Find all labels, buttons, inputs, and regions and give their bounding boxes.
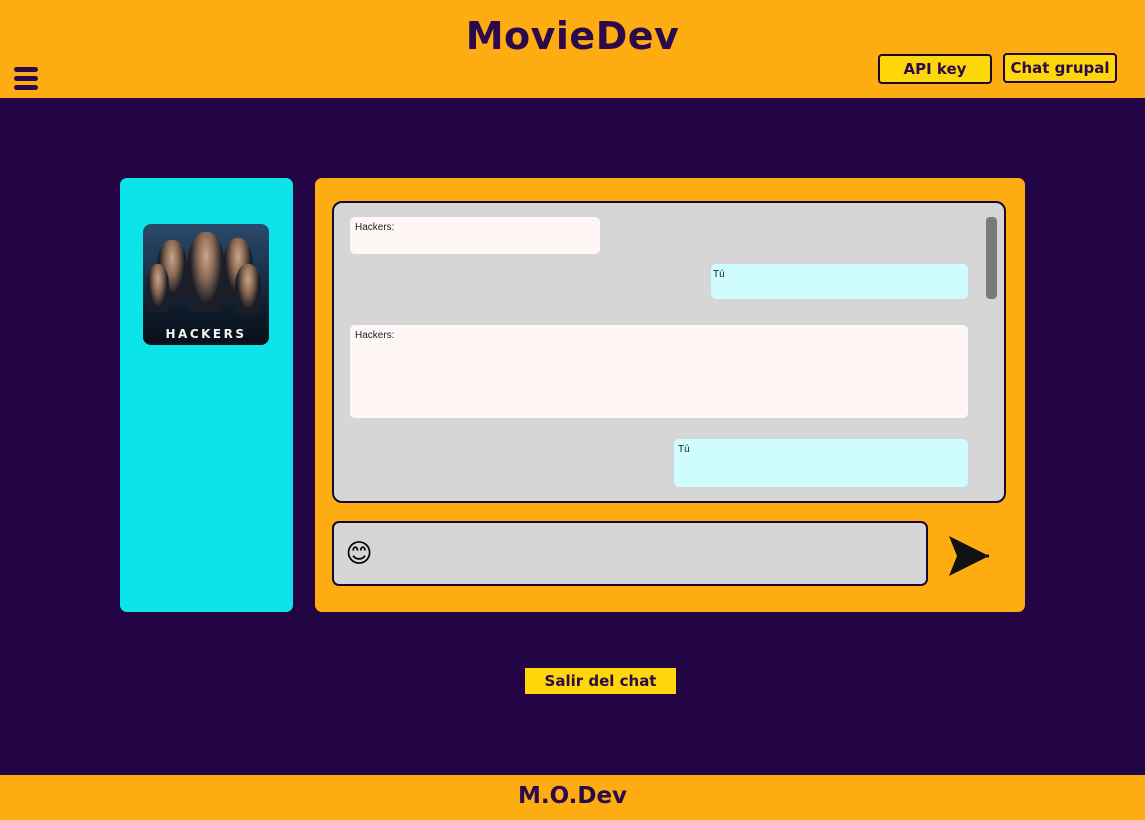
movie-poster: HACKERS bbox=[143, 224, 269, 345]
message-sender: Tú bbox=[678, 444, 690, 455]
movie-sidebar: HACKERS bbox=[120, 178, 293, 612]
footer: M.O.Dev bbox=[0, 775, 1145, 820]
brand-title: MovieDev bbox=[465, 14, 680, 58]
message-sender: Tú bbox=[713, 269, 725, 280]
message-input[interactable] bbox=[384, 533, 914, 575]
message-scrollbar[interactable] bbox=[986, 217, 997, 299]
header: MovieDev API key Chat grupal bbox=[0, 0, 1145, 98]
exit-chat-button[interactable]: Salir del chat bbox=[525, 668, 676, 694]
hamburger-menu-icon[interactable] bbox=[14, 67, 38, 91]
emoji-icon[interactable]: 😊 bbox=[343, 538, 375, 570]
chat-panel: Hackers: Tú Hackers: Tú 😊 bbox=[315, 178, 1025, 612]
message-sender: Hackers: bbox=[355, 330, 395, 341]
message-bubble-bot: Hackers: bbox=[350, 217, 600, 254]
message-bubble-bot: Hackers: bbox=[350, 325, 968, 418]
poster-title: HACKERS bbox=[165, 327, 247, 341]
send-arrow-icon[interactable] bbox=[947, 534, 991, 578]
footer-text: M.O.Dev bbox=[517, 783, 628, 809]
message-list[interactable]: Hackers: Tú Hackers: Tú bbox=[332, 201, 1006, 503]
api-key-button[interactable]: API key bbox=[878, 54, 992, 84]
message-bubble-user: Tú bbox=[674, 439, 968, 487]
message-input-box: 😊 bbox=[332, 521, 928, 586]
message-bubble-user: Tú bbox=[711, 264, 968, 299]
group-chat-button[interactable]: Chat grupal bbox=[1003, 53, 1117, 83]
message-sender: Hackers: bbox=[355, 222, 395, 233]
